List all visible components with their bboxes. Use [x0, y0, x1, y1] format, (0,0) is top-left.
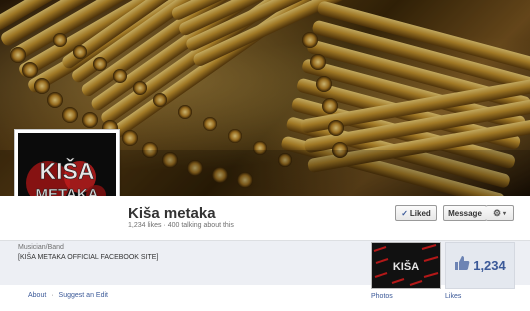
thumbs-up-icon [454, 255, 470, 276]
page-title[interactable]: Kiša metaka [128, 205, 216, 222]
about-links: About · Suggest an Edit [28, 292, 108, 299]
page-category: Musician/Band [18, 244, 64, 251]
message-label: Message [448, 208, 482, 218]
chevron-down-icon: ▾ [503, 210, 507, 217]
page-options-button[interactable]: ⚙ ▾ [486, 205, 514, 221]
photos-link[interactable]: Photos [371, 293, 393, 300]
footer-separator: · [51, 292, 54, 299]
likes-link[interactable]: Likes [445, 293, 461, 300]
likes-count-text: 1,234 likes [128, 222, 162, 229]
facebook-page: KIŠA METAKA Kiša metaka 1,234 likes · 40… [0, 0, 530, 311]
page-stats: 1,234 likes · 400 talking about this [128, 222, 234, 229]
photos-thumbnail[interactable]: KIŠA [371, 242, 441, 289]
about-description: [KIŠA METAKA OFFICIAL FACEBOOK SITE] [18, 254, 159, 261]
likes-box[interactable]: 1,234 [445, 242, 515, 289]
stats-separator: · [163, 222, 166, 229]
liked-label: Liked [409, 208, 431, 218]
likes-total: 1,234 [473, 258, 506, 273]
check-icon: ✓ [401, 208, 408, 218]
about-link[interactable]: About [28, 292, 46, 299]
logo-line-1: KIŠA [40, 157, 95, 184]
thumb-logo: KIŠA [393, 260, 419, 273]
liked-button[interactable]: ✓ Liked [395, 205, 437, 221]
suggest-edit-link[interactable]: Suggest an Edit [59, 292, 108, 299]
message-button[interactable]: Message [443, 205, 487, 221]
gear-icon: ⚙ [492, 207, 502, 218]
talking-about-text: 400 talking about this [167, 222, 234, 229]
